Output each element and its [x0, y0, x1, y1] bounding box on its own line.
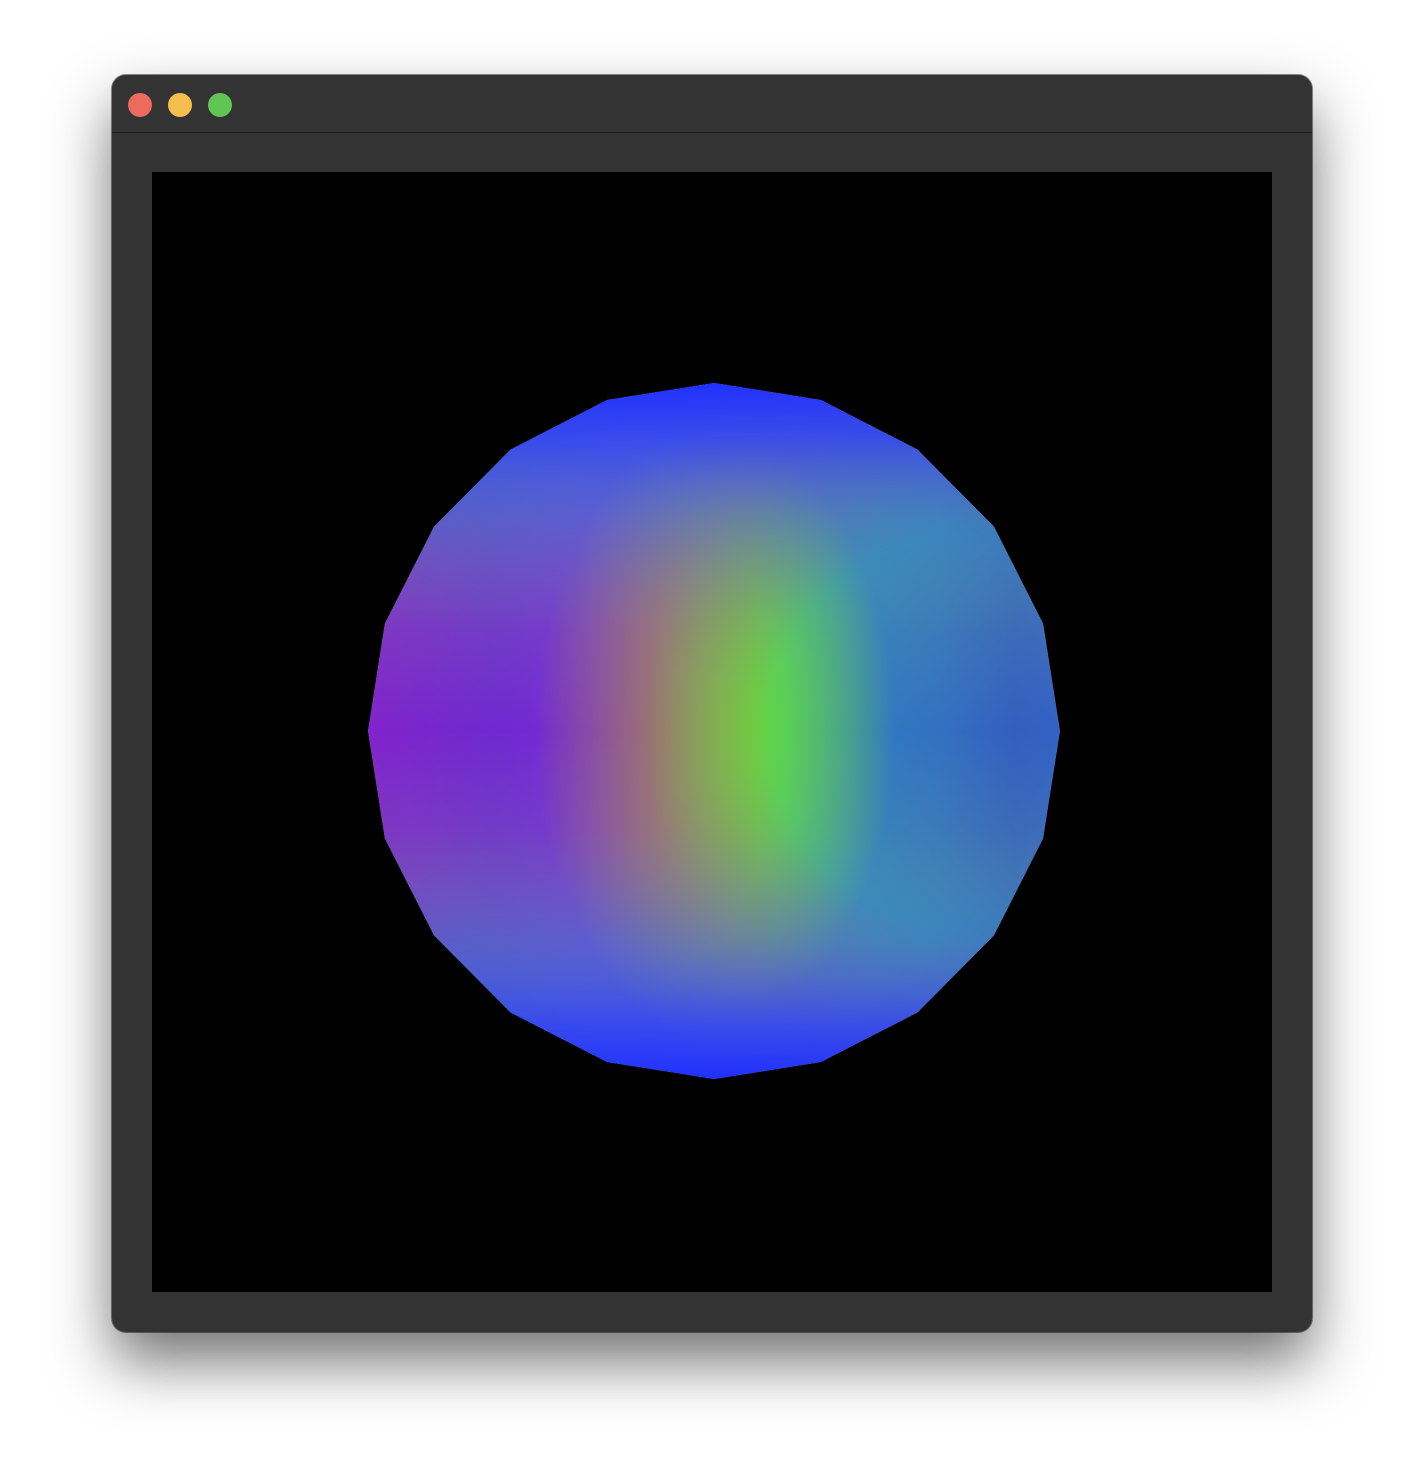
title-bar[interactable] [112, 75, 1312, 133]
render-canvas[interactable] [152, 172, 1272, 1292]
close-button[interactable] [128, 93, 152, 117]
sphere-icon [368, 383, 1060, 1079]
minimize-button[interactable] [168, 93, 192, 117]
app-window [112, 75, 1312, 1332]
sphere-body [368, 383, 1060, 1079]
maximize-button[interactable] [208, 93, 232, 117]
